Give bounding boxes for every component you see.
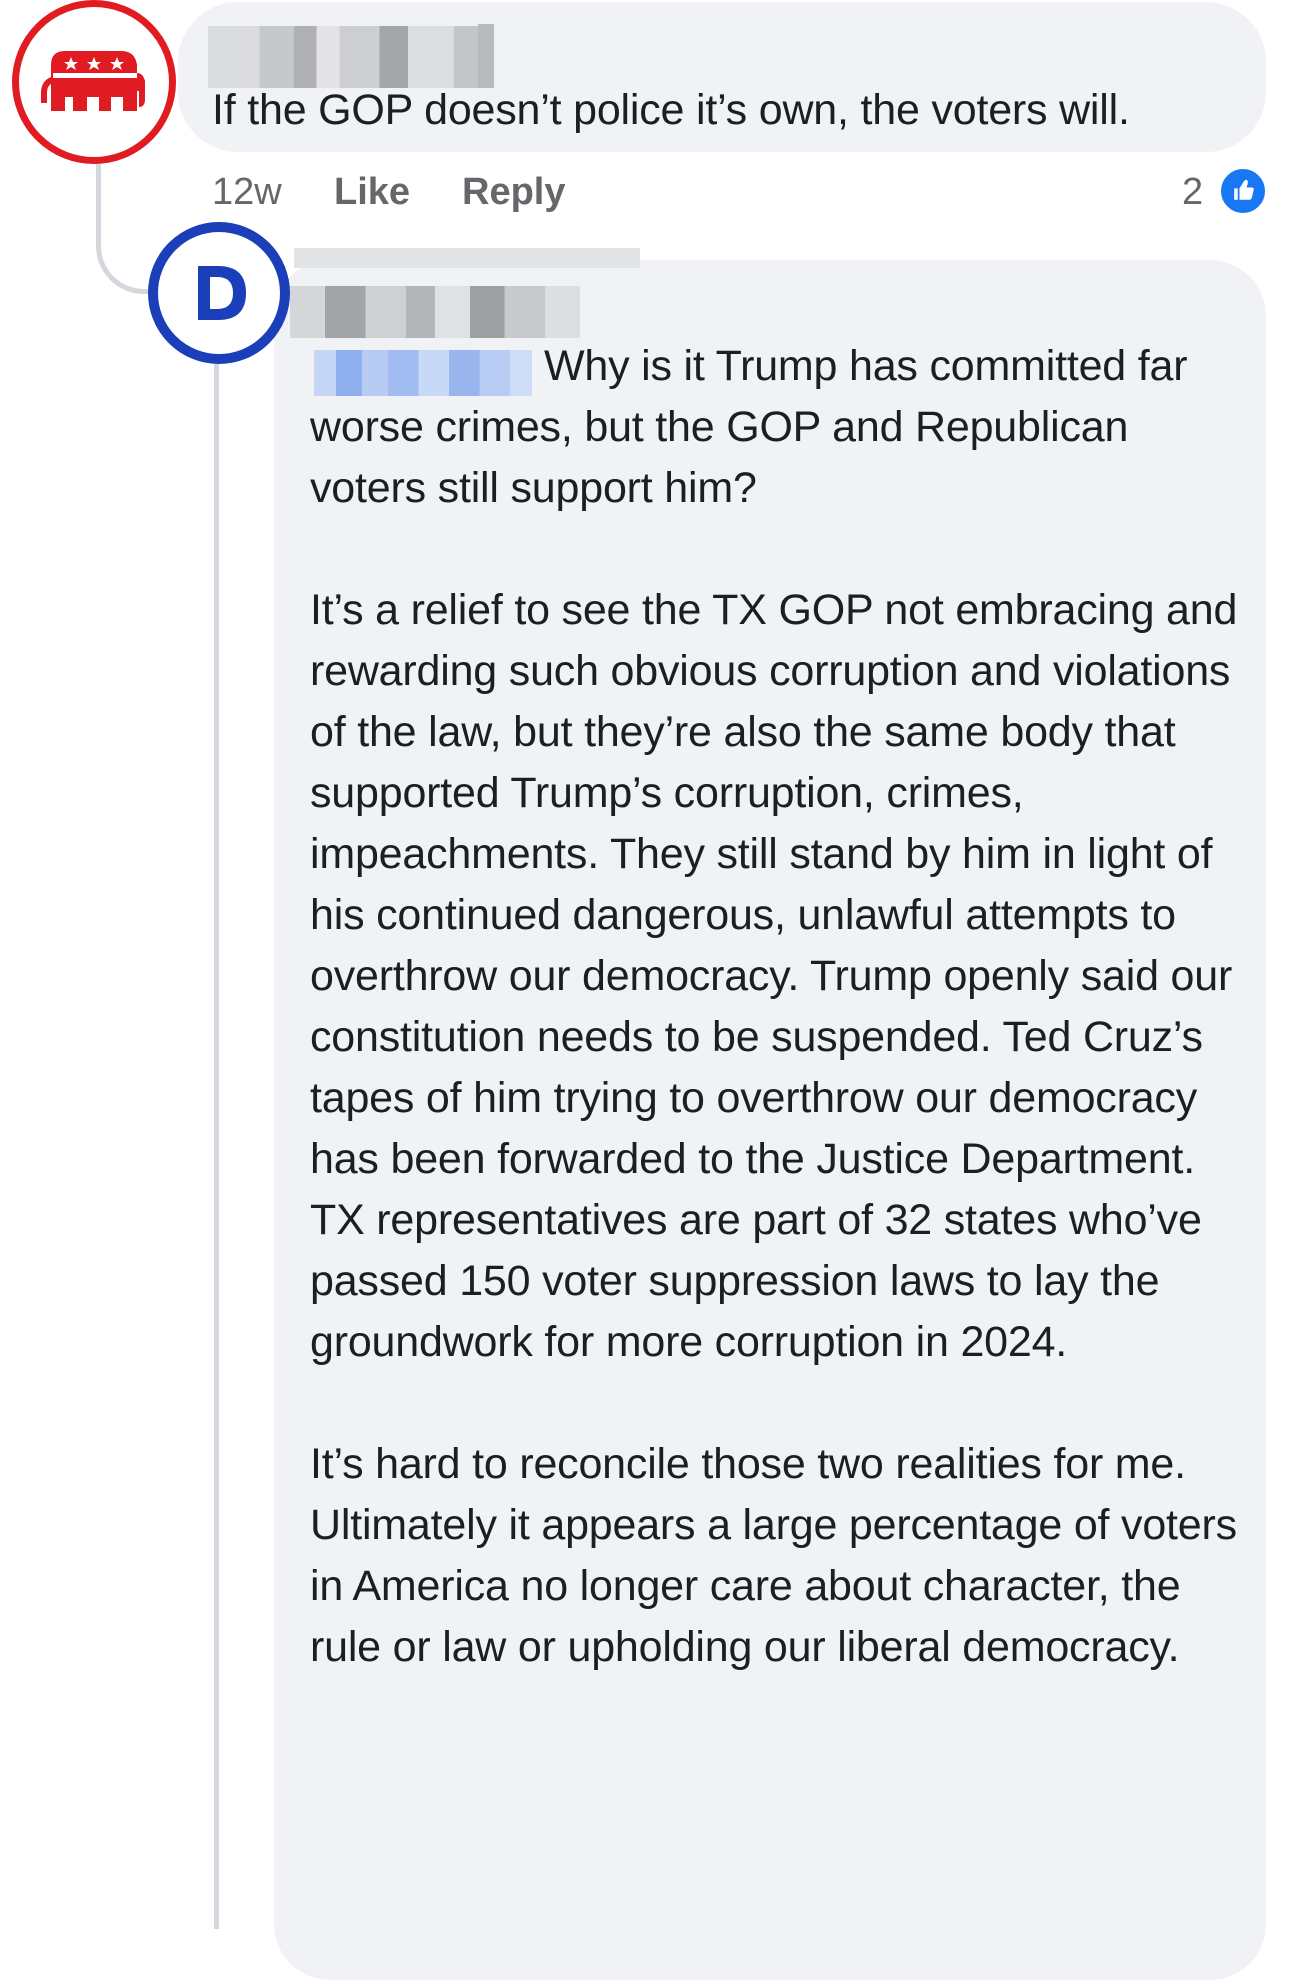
author-name-redacted-edge: [478, 24, 494, 88]
comment-paragraph: It’s hard to reconcile those two realiti…: [310, 1440, 1237, 1671]
reply-button[interactable]: Reply: [462, 168, 565, 216]
thread-connector-curve: [96, 160, 154, 294]
like-button[interactable]: Like: [334, 168, 410, 216]
comment-timestamp[interactable]: 12w: [212, 168, 282, 216]
thread-connector-line: [214, 362, 219, 1929]
gop-elephant-icon: [41, 51, 145, 111]
comment-text: If the GOP doesn’t police it’s own, the …: [212, 86, 1130, 134]
author-name-redacted[interactable]: [290, 286, 580, 338]
author-name-redacted[interactable]: [208, 26, 494, 88]
comment-paragraph: It’s a relief to see the TX GOP not embr…: [310, 586, 1238, 1366]
avatar[interactable]: [148, 222, 290, 364]
comment-text: Why is it Trump has committed far worse …: [310, 336, 1250, 1678]
comment-paragraph: Why is it Trump has committed far worse …: [310, 342, 1188, 512]
reaction-count[interactable]: 2: [1182, 168, 1203, 216]
democratic-d-icon: [198, 266, 246, 320]
thumbs-up-icon[interactable]: [1218, 166, 1268, 216]
author-label-redacted: [294, 248, 640, 268]
avatar[interactable]: [12, 0, 176, 164]
